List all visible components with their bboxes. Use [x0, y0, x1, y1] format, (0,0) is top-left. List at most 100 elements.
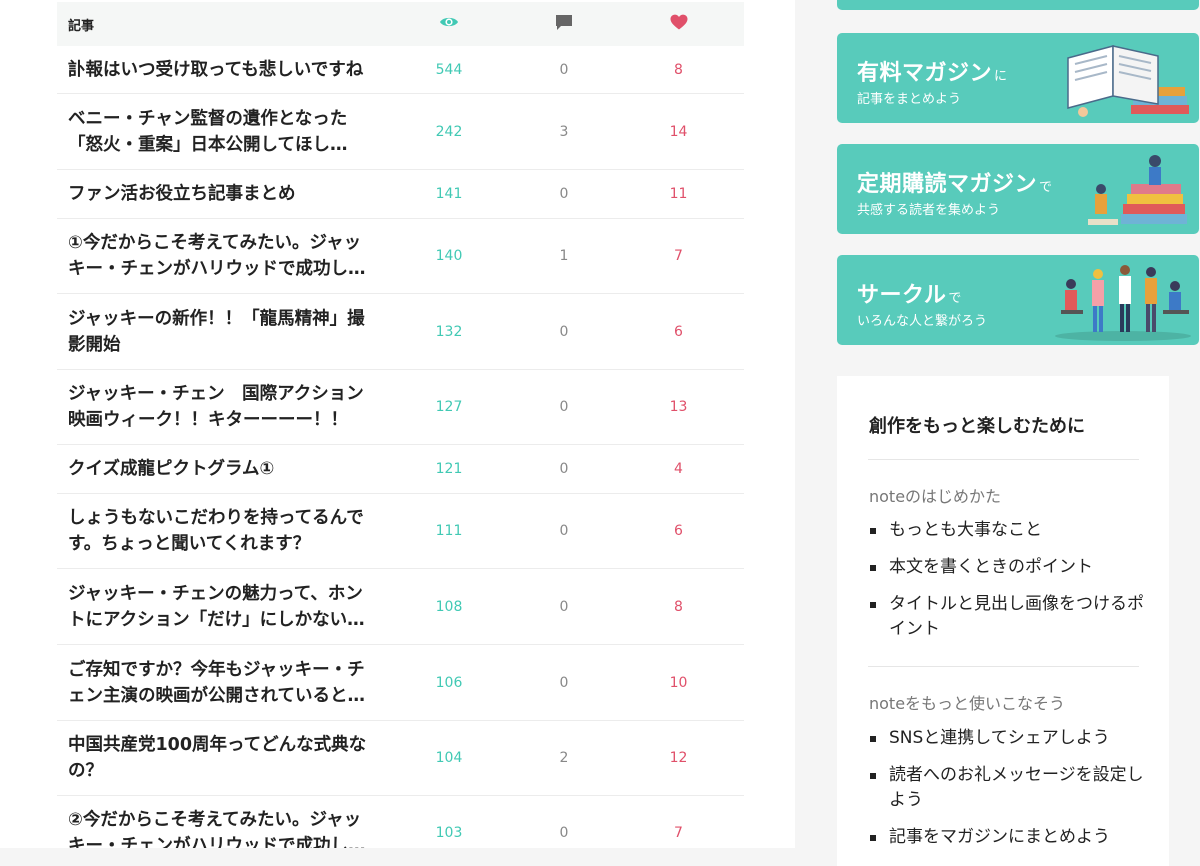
guide-list-start: もっとも大事なこと 本文を書くときのポイントタイトルと見出し画像をつけるポイント	[869, 518, 1159, 654]
article-title[interactable]: クイズ成龍ピクトグラム①	[57, 456, 391, 482]
view-count: 544	[435, 61, 463, 78]
table-row[interactable]: しょうもないこだわりを持ってるんで す。ちょっと聞いてくれます？ 111 0 6	[57, 494, 744, 569]
article-title[interactable]: ②今だからこそ考えてみたい。ジャッ キー・チェンがハリウッドで成功し…	[57, 807, 391, 848]
article-title[interactable]: 中国共産党100周年ってどんな式典な の？	[57, 732, 391, 784]
article-title[interactable]: ご存知ですか？今年もジャッキー・チ ェン主演の映画が公開されていると…	[57, 657, 391, 709]
view-count: 132	[435, 323, 463, 340]
like-count: 11	[669, 186, 688, 202]
comment-count: 0	[559, 461, 569, 477]
article-title-line: 中国共産党100周年ってどんな式典な	[68, 735, 367, 755]
like-count: 14	[669, 123, 688, 140]
view-count: 106	[435, 674, 463, 691]
article-title-line: しょうもないこだわりを持ってるんで	[68, 508, 364, 528]
article-title-line: 影開始	[68, 334, 121, 355]
book-illustration	[1067, 45, 1189, 117]
article-title[interactable]: ベニー・チャン監督の遺作となった 「怒火・重案」日本公開してほし…	[57, 106, 391, 158]
banner-subtitle: 共感する読者を集めよう	[857, 203, 1001, 218]
comment-count: 0	[559, 186, 569, 202]
like-count: 10	[669, 674, 688, 691]
divider	[868, 459, 1139, 460]
like-count: 13	[669, 399, 688, 415]
like-count: 7	[674, 248, 683, 264]
view-count: 141	[435, 186, 463, 202]
article-title[interactable]: ジャッキー・チェンの魅力って、ホン トにアクション「だけ」にしかない…	[57, 581, 391, 633]
guide-title: 創作をもっと楽しむために	[869, 416, 1085, 437]
guide-link[interactable]: 本文を書くときのポイント	[869, 555, 1159, 580]
article-title-line: トにアクション「だけ」にしかない…	[68, 609, 365, 630]
table-row[interactable]: ジャッキー・チェンの魅力って、ホン トにアクション「だけ」にしかない… 108 0 8	[57, 569, 744, 645]
view-count: 242	[435, 123, 463, 140]
view-count: 103	[435, 825, 463, 841]
article-title-line: ファン活お役立ち記事まとめ	[68, 184, 296, 204]
article-title-line: ベニー・チャン監督の遺作となった	[68, 108, 348, 129]
table-body: 訃報はいつ受け取っても悲しいですね 544 0 8 ベニー・チャン監督の遺作となった 「怒…	[57, 46, 744, 848]
header-likes[interactable]	[621, 14, 736, 34]
table-row[interactable]: ①今だからこそ考えてみたい。ジャッ キー・チェンがハリウッドで成功し… 140 1 7	[57, 219, 744, 294]
banner-title: サークル	[857, 283, 947, 308]
banner-title: 有料マガジン	[857, 61, 993, 86]
guide-link[interactable]: SNSと連携してシェアしよう	[869, 726, 1159, 751]
comment-count: 0	[559, 61, 569, 78]
article-title-line: ジャッキーの新作！！「龍馬精神」撮	[68, 308, 365, 329]
table-header: 記事	[57, 2, 744, 46]
article-title[interactable]: ファン活お役立ち記事まとめ	[57, 181, 391, 207]
view-count: 121	[435, 461, 463, 477]
comment-count: 0	[559, 323, 569, 340]
article-title-line: の？	[68, 761, 103, 781]
comment-count: 0	[559, 674, 569, 691]
like-count: 6	[674, 523, 683, 539]
comment-count: 3	[559, 123, 569, 140]
table-row[interactable]: 中国共産党100周年ってどんな式典な の？ 104 2 12	[57, 721, 744, 796]
guide-link[interactable]: 記事をマガジンにまとめよう	[869, 825, 1159, 850]
article-title-line: 「怒火・重案」日本公開してほし…	[68, 134, 348, 155]
article-title[interactable]: ジャッキー・チェン 国際アクション 映画ウィーク！！キターーーー！！	[57, 381, 391, 433]
header-views[interactable]	[391, 15, 507, 33]
article-title-line: 訃報はいつ受け取っても悲しいですね	[68, 59, 364, 80]
like-count: 7	[674, 825, 683, 841]
article-title-line: ①今だからこそ考えてみたい。ジャッ	[68, 233, 362, 253]
guide-link[interactable]: 読者へのお礼メッセージを設定しよう	[869, 763, 1159, 813]
table-row[interactable]: ベニー・チャン監督の遺作となった 「怒火・重案」日本公開してほし… 242 3 14	[57, 94, 744, 170]
comment-count: 0	[559, 523, 569, 539]
article-title[interactable]: ジャッキーの新作！！「龍馬精神」撮 影開始	[57, 306, 391, 358]
comment-count: 1	[559, 248, 569, 264]
guide-list-advanced: SNSと連携してシェアしよう読者へのお礼メッセージを設定しよう記事をマガジンにま…	[869, 726, 1159, 862]
guide-section-title: noteのはじめかた	[869, 487, 1002, 506]
table-row[interactable]: ②今だからこそ考えてみたい。ジャッ キー・チェンがハリウッドで成功し… 103 0 7	[57, 796, 744, 848]
article-title[interactable]: ①今だからこそ考えてみたい。ジャッ キー・チェンがハリウッドで成功し…	[57, 230, 391, 282]
readers-illustration	[1088, 155, 1187, 225]
view-count: 111	[435, 523, 463, 539]
table-row[interactable]: ご存知ですか？今年もジャッキー・チ ェン主演の映画が公開されていると… 106 0 10	[57, 645, 744, 721]
article-title[interactable]: 訃報はいつ受け取っても悲しいですね	[57, 57, 391, 83]
table-row[interactable]: クイズ成龍ピクトグラム① 121 0 4	[57, 445, 744, 494]
comment-count: 0	[559, 598, 569, 615]
banner-suffix: で	[1039, 180, 1053, 195]
circle-banner[interactable]: サークルで いろんな人と繋がろう	[837, 255, 1199, 345]
table-row[interactable]: 訃報はいつ受け取っても悲しいですね 544 0 8	[57, 46, 744, 94]
people-illustration	[1055, 265, 1191, 341]
banner-partial[interactable]	[837, 0, 1199, 10]
like-count: 8	[674, 61, 683, 78]
article-title[interactable]: しょうもないこだわりを持ってるんで す。ちょっと聞いてくれます？	[57, 505, 391, 557]
banner-subtitle: いろんな人と繋がろう	[857, 314, 988, 329]
view-count: 108	[435, 598, 463, 615]
banner-title: 定期購読マガジン	[857, 172, 1038, 197]
table-row[interactable]: ジャッキーの新作！！「龍馬精神」撮 影開始 132 0 6	[57, 294, 744, 370]
table-row[interactable]: ジャッキー・チェン 国際アクション 映画ウィーク！！キターーーー！！ 127 0 13	[57, 370, 744, 445]
guide-link[interactable]: タイトルと見出し画像をつけるポイント	[869, 592, 1159, 642]
article-title-line: ジャッキー・チェンの魅力って、ホン	[68, 583, 363, 604]
header-title: 記事	[68, 18, 95, 34]
banner-suffix: に	[994, 69, 1008, 84]
article-title-line: クイズ成龍ピクトグラム①	[68, 459, 275, 479]
view-count: 127	[435, 399, 463, 415]
comment-icon	[555, 14, 573, 31]
article-title-line: ②今だからこそ考えてみたい。ジャッ	[68, 810, 362, 830]
table-row[interactable]: ファン活お役立ち記事まとめ 141 0 11	[57, 170, 744, 219]
like-count: 8	[674, 598, 683, 615]
divider	[868, 666, 1139, 667]
paid-magazine-banner[interactable]: 有料マガジンに 記事をまとめよう	[837, 33, 1199, 123]
comment-count: 2	[559, 750, 569, 766]
guide-link[interactable]: もっとも大事なこと	[869, 518, 1159, 543]
subscription-magazine-banner[interactable]: 定期購読マガジンで 共感する読者を集めよう	[837, 144, 1199, 234]
header-comments[interactable]	[507, 14, 621, 35]
